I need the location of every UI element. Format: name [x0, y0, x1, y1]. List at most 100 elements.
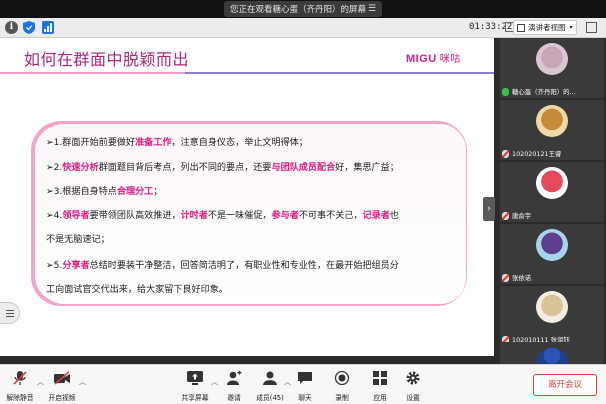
signal-icon[interactable] — [42, 21, 54, 34]
screen-share-indicator[interactable]: 您正在观看糖心蛋（齐丹阳）的屏幕 ☰ — [224, 1, 382, 17]
chat-button[interactable]: 聊天 — [287, 368, 323, 402]
chevron-up-icon[interactable]: ︿ — [37, 377, 44, 387]
layout-icon — [517, 23, 525, 32]
start-video-label: 开启视频 — [48, 394, 76, 402]
members-icon — [263, 371, 277, 385]
highlight-text: 分享者 — [62, 261, 90, 271]
view-mode-label: 演讲者视图 — [528, 23, 566, 32]
meeting-info-bar: i 01:33:22 演讲者视图 ▾ — [0, 18, 606, 38]
collapse-panel-icon[interactable]: › — [483, 197, 495, 221]
start-video-button[interactable]: 开启视频 — [44, 368, 80, 402]
menu-icon[interactable]: ☰ — [366, 3, 378, 15]
add-user-icon — [227, 370, 242, 385]
bullet-text: 不是无脑速记； — [46, 235, 110, 245]
participant-name: 102020121王睿 — [512, 150, 562, 158]
view-mode-button[interactable]: 演讲者视图 ▾ — [513, 20, 577, 35]
microphone-off-icon — [13, 371, 27, 385]
bullet-text: 不可事不关己， — [298, 211, 363, 221]
bullet-text: 也 — [389, 211, 399, 221]
title-divider — [0, 72, 494, 74]
invite-button[interactable]: 邀请 — [216, 368, 252, 402]
participant-label: 唐俞宇 — [502, 211, 531, 220]
bullet-arrow-icon: ➢ — [46, 138, 54, 148]
participant-name: 张依诺 — [512, 274, 532, 282]
fullscreen-icon[interactable] — [586, 22, 597, 33]
microphone-icon — [502, 87, 509, 96]
participant-tile[interactable]: 102020121王睿 — [500, 100, 604, 160]
participant-label: 102020121王睿 — [502, 149, 561, 158]
window-title-strip: 您正在观看糖心蛋（齐丹阳）的屏幕 ☰ — [0, 0, 606, 18]
bullet-text: 好，集思广益； — [335, 163, 399, 173]
invite-label: 邀请 — [227, 394, 241, 402]
settings-button[interactable]: 设置 — [395, 368, 431, 402]
record-icon — [334, 370, 350, 386]
unmute-button[interactable]: 解除静音 — [2, 368, 38, 402]
avatar — [536, 348, 568, 364]
participant-label: 张依诺 — [502, 273, 531, 282]
highlight-text: 领导者 — [62, 211, 90, 221]
bullet-text: 要带领团队高效推进， — [89, 211, 181, 221]
bullet-arrow-icon: ➢ — [46, 163, 54, 173]
camera-off-icon — [54, 371, 70, 385]
bullet-text: 1.群面开始前要做好 — [53, 138, 136, 148]
avatar — [536, 43, 568, 75]
gear-icon — [406, 371, 420, 385]
brand-logo: MIGU 咪咕 — [406, 50, 461, 65]
control-bar: 解除静音 ︿ 开启视频 ︿ 共享屏幕 ︿ 邀请 成员(45) ︿ 聊天 录制 应… — [0, 364, 606, 404]
participant-name: 唐俞宇 — [512, 212, 532, 220]
participant-name: 糖心蛋（齐丹阳）的... — [512, 88, 576, 96]
avatar — [536, 105, 568, 137]
participant-tile[interactable] — [500, 342, 604, 364]
leave-meeting-button[interactable]: 离开会议 — [533, 374, 597, 396]
highlight-text: 记录者 — [362, 211, 390, 221]
slide-bullet-line: ➢5.分享者总结时要装干净整洁，回答简洁明了，有职业性和专业性，在最开始把组员分 — [46, 257, 399, 271]
bullet-text: 工向面试官交代出来，给大家留下良好印象。 — [46, 285, 228, 295]
bullet-text: 4. — [53, 211, 63, 221]
members-button[interactable]: 成员(45) — [252, 368, 288, 402]
bullet-text: 不是一味催促， — [207, 211, 272, 221]
apps-button[interactable]: 应用 — [362, 368, 398, 402]
bullet-arrow-icon: ➢ — [46, 261, 54, 271]
slide-bullet-line: 工向面试官交代出来，给大家留下良好印象。 — [46, 281, 228, 295]
apps-icon — [373, 371, 387, 385]
share-screen-icon — [187, 371, 203, 385]
bullet-text: 总结时要装干净整洁，回答简洁明了，有职业性和专业性，在最开始把组员分 — [89, 261, 399, 271]
apps-label: 应用 — [373, 394, 387, 402]
info-icon[interactable]: i — [5, 21, 18, 34]
slide-bullet-line: ➢3.根据自身特点合理分工； — [46, 183, 162, 197]
shield-icon[interactable] — [23, 21, 35, 34]
participant-tile[interactable]: 张依诺 — [500, 224, 604, 284]
microphone-off-icon — [502, 211, 509, 220]
participant-tile[interactable]: 唐俞宇 — [500, 162, 604, 222]
share-screen-button[interactable]: 共享屏幕 — [177, 368, 213, 402]
slide-bullet-line: ➢2.快速分析群面题目背后考点，列出不同的要点，还要与团队成员配合好，集思广益； — [46, 159, 399, 173]
highlight-text: 计时者 — [180, 211, 208, 221]
slide-bullet-line: ➢1.群面开始前要做好准备工作，注意自身仪态，举止文明得体； — [46, 134, 308, 148]
highlight-text: 快速分析 — [62, 163, 99, 173]
slide-title: 如何在群面中脱颖而出 — [24, 50, 190, 69]
slide-bullet-line: 不是无脑速记； — [46, 231, 110, 245]
highlight-text: 合理分工 — [116, 187, 154, 197]
bullet-text: 群面题目背后考点，列出不同的要点，还要 — [98, 163, 272, 173]
chat-label: 聊天 — [298, 394, 312, 402]
unmute-label: 解除静音 — [6, 394, 34, 402]
avatar — [536, 229, 568, 261]
chat-icon — [298, 372, 312, 384]
highlight-text: 与团队成员配合 — [271, 163, 336, 173]
bullet-arrow-icon: ➢ — [46, 187, 54, 197]
bullet-arrow-icon: ➢ — [46, 211, 54, 221]
highlight-text: 准备工作 — [135, 138, 172, 148]
record-button[interactable]: 录制 — [324, 368, 360, 402]
participant-tile[interactable]: 糖心蛋（齐丹阳）的... — [500, 38, 604, 98]
microphone-off-icon — [502, 273, 509, 282]
chevron-up-icon[interactable]: ︿ — [79, 377, 86, 387]
share-screen-label: 共享屏幕 — [181, 394, 209, 402]
chevron-down-icon: ▾ — [569, 24, 573, 31]
members-label: 成员(45) — [256, 394, 284, 402]
bullet-text: ，注意自身仪态，举止文明得体； — [171, 138, 308, 148]
bullet-text: 3.根据自身特点 — [53, 187, 117, 197]
logo-text-zh: 咪咕 — [439, 54, 461, 65]
participant-tile[interactable]: 102010111 张润钰 — [500, 286, 604, 346]
participant-label: 糖心蛋（齐丹阳）的... — [502, 87, 576, 96]
share-status-text: 您正在观看糖心蛋（齐丹阳）的屏幕 — [230, 5, 367, 15]
